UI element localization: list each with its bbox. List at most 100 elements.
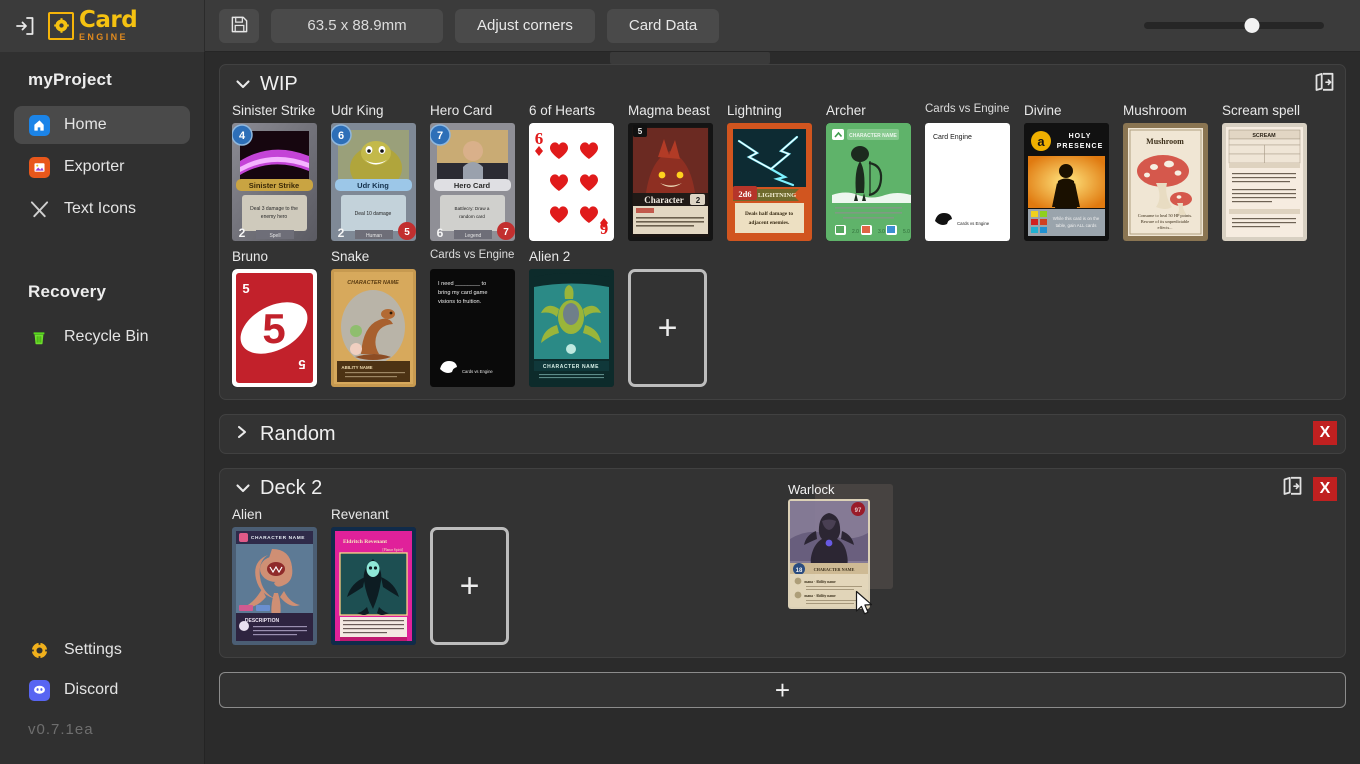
sidebar-item-text-icons[interactable]: Text Icons	[14, 190, 190, 228]
chevron-down-icon[interactable]	[236, 76, 254, 93]
cards-area: Alien CHARACTER NAME	[220, 507, 1345, 657]
svg-text:Consume to heal 50 HP points.: Consume to heal 50 HP points.	[1138, 213, 1192, 218]
card-name: Archer	[826, 103, 925, 120]
app-logo: Card ENGINE	[48, 9, 137, 42]
card-thumbnail[interactable]: CHARACTER NAME	[529, 269, 614, 387]
card-item[interactable]: Sinister Strike Sinister Strike	[232, 103, 331, 241]
card-item[interactable]: Cards vs Engine Card Engine Cards vs Eng…	[925, 103, 1024, 241]
delete-section-button[interactable]: X	[1313, 477, 1337, 501]
svg-text:5: 5	[298, 357, 305, 372]
card-item[interactable]: Snake CHARACTER NAME	[331, 249, 430, 387]
card-data-button[interactable]: Card Data	[607, 9, 719, 43]
delete-section-button[interactable]: X	[1313, 421, 1337, 445]
svg-text:CHARACTER NAME: CHARACTER NAME	[251, 535, 305, 541]
sidebar-item-exporter[interactable]: Exporter	[14, 148, 190, 186]
app-version: v0.7.1ea	[0, 711, 204, 752]
recovery-title: Recovery	[0, 230, 204, 316]
card-thumbnail[interactable]: Card Engine Cards vs Engine	[925, 123, 1010, 241]
sidebar-item-discord[interactable]: Discord	[14, 671, 190, 709]
card-item[interactable]: Divine a HOLY PRESENCE	[1024, 103, 1123, 241]
card-name: Udr King	[331, 103, 430, 120]
card-size-button[interactable]: 63.5 x 88.9mm	[271, 9, 443, 43]
sidebar-item-home[interactable]: Home	[14, 106, 190, 144]
card-thumbnail[interactable]: Sinister Strike Deal 3 damage to the ene…	[232, 123, 317, 241]
card-row: Alien CHARACTER NAME	[232, 507, 1333, 645]
card-name-placeholder	[430, 507, 529, 524]
sidebar-item-recycle-bin[interactable]: Recycle Bin	[14, 318, 190, 356]
card-thumbnail[interactable]: Hero Card Battlecry: Draw a random card …	[430, 123, 515, 241]
add-card-button[interactable]: +	[628, 269, 707, 387]
card-name: Cards vs Engine	[430, 249, 529, 266]
card-name: Mushroom	[1123, 103, 1222, 120]
card-item[interactable]: Alien 2	[529, 249, 628, 387]
svg-text:2: 2	[696, 196, 701, 205]
svg-text:Deal 3 damage to the: Deal 3 damage to the	[250, 206, 298, 212]
svg-text:Mushroom: Mushroom	[1146, 137, 1184, 146]
sidebar-item-settings[interactable]: Settings	[14, 631, 190, 669]
card-thumbnail[interactable]: Mushroom	[1123, 123, 1208, 241]
zoom-slider-track	[1144, 22, 1324, 29]
section-random: Random X	[219, 414, 1346, 454]
card-item[interactable]: Bruno 5 5 5	[232, 249, 331, 387]
card-thumbnail[interactable]: CHARACTER NAME	[826, 123, 911, 241]
deck-cards-icon[interactable]	[1313, 71, 1337, 98]
card-thumbnail[interactable]: Udr King Deal 10 damage Human 6 2	[331, 123, 416, 241]
card-item[interactable]: Archer CHARACTER NAME	[826, 103, 925, 241]
svg-text:Deals half damage to: Deals half damage to	[745, 211, 793, 217]
add-card-button[interactable]: +	[430, 527, 509, 645]
deck-cards-icon[interactable]	[1281, 475, 1305, 502]
svg-text:Cards vs Engine: Cards vs Engine	[957, 221, 990, 226]
card-name: Divine	[1024, 103, 1123, 120]
add-card-slot[interactable]: +	[628, 249, 727, 387]
card-thumbnail[interactable]: Eldritch Revenant [Planar Spirit]	[331, 527, 416, 645]
card-thumbnail[interactable]: CHARACTER NAME ABILITY NAME	[331, 269, 416, 387]
card-item[interactable]: Scream spell SCREAM	[1222, 103, 1321, 241]
card-item[interactable]: Magma beast	[628, 103, 727, 241]
section-header[interactable]: Random X	[220, 415, 1345, 453]
crossed-swords-icon	[28, 198, 50, 220]
card-item[interactable]: Revenant Eldritch Revenant [Planar Spiri…	[331, 507, 430, 645]
card-thumbnail[interactable]: I need ________ to bring my card game vi…	[430, 269, 515, 387]
card-thumbnail[interactable]: a HOLY PRESENCE	[1024, 123, 1109, 241]
card-thumbnail[interactable]: Character 2	[628, 123, 713, 241]
svg-text:I need ________ to: I need ________ to	[438, 281, 486, 287]
main-content: WIP	[205, 52, 1360, 764]
section-header[interactable]: Deck 2 X	[220, 469, 1345, 507]
chevron-right-icon[interactable]	[236, 425, 254, 443]
card-item[interactable]: 6 of Hearts 6	[529, 103, 628, 241]
card-item[interactable]: Mushroom Mushroom	[1123, 103, 1222, 241]
add-section-button[interactable]: +	[219, 672, 1346, 708]
save-button[interactable]	[219, 9, 259, 43]
card-thumbnail[interactable]: 5 5 5	[232, 269, 317, 387]
adjust-corners-button[interactable]: Adjust corners	[455, 9, 595, 43]
card-thumbnail[interactable]: SCREAM	[1222, 123, 1307, 241]
zoom-slider-thumb[interactable]	[1245, 18, 1260, 33]
card-thumbnail[interactable]: 2d6 LIGHTNING Deals half damage to adjac…	[727, 123, 812, 241]
card-item[interactable]: Cards vs Engine I need ________ to bring…	[430, 249, 529, 387]
exit-icon[interactable]	[14, 15, 36, 37]
svg-text:a: a	[1037, 134, 1045, 149]
svg-text:6: 6	[535, 129, 544, 148]
card-thumbnail[interactable]: CHARACTER NAME	[232, 527, 317, 645]
add-card-slot[interactable]: +	[430, 507, 529, 645]
svg-text:Hero Card: Hero Card	[454, 181, 491, 190]
top-bar: Card ENGINE 63.5 x 88.9mm Adjust corners…	[0, 0, 1360, 52]
zoom-slider[interactable]	[1144, 9, 1324, 43]
horizontal-scrollbar[interactable]	[610, 52, 770, 64]
chevron-down-icon[interactable]	[236, 480, 254, 497]
home-icon	[28, 114, 50, 136]
card-item[interactable]: Udr King	[331, 103, 430, 241]
save-disk-icon	[230, 15, 249, 37]
card-item[interactable]: Alien CHARACTER NAME	[232, 507, 331, 645]
card-item[interactable]: Lightning	[727, 103, 826, 241]
svg-text:Battlecry: Draw a: Battlecry: Draw a	[455, 206, 490, 211]
svg-text:CHARACTER NAME: CHARACTER NAME	[543, 364, 599, 370]
card-thumbnail[interactable]: 6	[529, 123, 614, 241]
card-name: Lightning	[727, 103, 826, 120]
svg-text:While this card is on the: While this card is on the	[1053, 216, 1100, 221]
section-header[interactable]: WIP	[220, 65, 1345, 103]
svg-text:SCREAM: SCREAM	[1252, 133, 1276, 139]
svg-text:5: 5	[404, 227, 410, 238]
gear-in-frame-icon	[48, 12, 74, 40]
card-item[interactable]: Hero Card Hero Card	[430, 103, 529, 241]
